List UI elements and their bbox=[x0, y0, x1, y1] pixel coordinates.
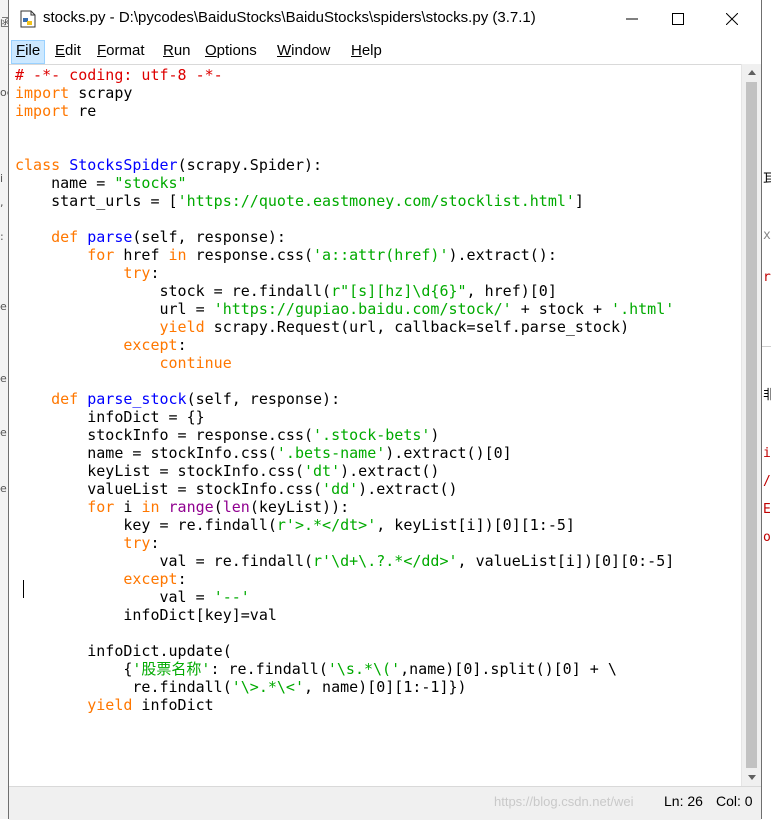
code-line[interactable] bbox=[15, 624, 674, 642]
minimize-icon bbox=[626, 18, 638, 20]
idle-editor-window: stocks.py - D:\pycodes\BaiduStocks\Baidu… bbox=[8, 0, 762, 820]
code-line[interactable]: import scrapy bbox=[15, 84, 674, 102]
menu-file[interactable]: File bbox=[11, 40, 46, 64]
code-text[interactable]: # -*- coding: utf-8 -*- import scrapy impo… bbox=[15, 66, 674, 714]
window-title: stocks.py - D:\pycodes\BaiduStocks\Baidu… bbox=[43, 9, 536, 26]
background-glyph: E bbox=[763, 502, 771, 517]
menu-edit[interactable]: Edit bbox=[51, 40, 85, 62]
code-line[interactable]: start_urls = ['https://quote.eastmoney.c… bbox=[15, 192, 674, 210]
background-glyph: 非 bbox=[763, 388, 771, 403]
code-editor[interactable]: # -*- coding: utf-8 -*- import scrapy impo… bbox=[9, 64, 743, 787]
code-line[interactable] bbox=[15, 120, 674, 138]
status-column: Col: 0 bbox=[716, 793, 753, 809]
code-line[interactable]: def parse_stock(self, response): bbox=[15, 390, 674, 408]
background-glyph: o bbox=[763, 530, 771, 545]
title-bar[interactable]: stocks.py - D:\pycodes\BaiduStocks\Baidu… bbox=[9, 0, 761, 38]
status-line: Ln: 26 bbox=[664, 793, 703, 809]
code-line[interactable]: except: bbox=[15, 570, 674, 588]
code-line[interactable]: valueList = stockInfo.css('dd').extract(… bbox=[15, 480, 674, 498]
code-line[interactable]: url = 'https://gupiao.baidu.com/stock/' … bbox=[15, 300, 674, 318]
code-line[interactable]: for href in response.css('a::attr(href)'… bbox=[15, 246, 674, 264]
background-glyph: e bbox=[0, 482, 7, 495]
code-line[interactable]: infoDict.update( bbox=[15, 642, 674, 660]
close-button[interactable] bbox=[709, 0, 755, 38]
vertical-scrollbar[interactable] bbox=[741, 64, 761, 786]
watermark-text: https://blog.csdn.net/wei bbox=[494, 794, 634, 809]
maximize-icon bbox=[672, 13, 684, 25]
background-glyph: : bbox=[0, 230, 4, 243]
status-bar: https://blog.csdn.net/wei Ln: 26 Col: 0 bbox=[9, 786, 761, 820]
code-line[interactable]: except: bbox=[15, 336, 674, 354]
menu-bar: File Edit Format Run Options Window Help bbox=[9, 38, 761, 64]
code-line[interactable] bbox=[15, 210, 674, 228]
background-glyph: x bbox=[763, 228, 771, 243]
maximize-button[interactable] bbox=[655, 0, 701, 38]
code-line[interactable]: name = "stocks" bbox=[15, 174, 674, 192]
code-line[interactable]: # -*- coding: utf-8 -*- bbox=[15, 66, 674, 84]
chevron-up-icon bbox=[747, 70, 756, 75]
code-line[interactable]: import re bbox=[15, 102, 674, 120]
chevron-down-icon bbox=[747, 775, 756, 780]
code-line[interactable]: yield infoDict bbox=[15, 696, 674, 714]
close-icon bbox=[726, 13, 738, 25]
code-line[interactable]: stockInfo = response.css('.stock-bets') bbox=[15, 426, 674, 444]
code-line[interactable]: {'股票名称': re.findall('\s.*\(',name)[0].sp… bbox=[15, 660, 674, 678]
code-line[interactable]: def parse(self, response): bbox=[15, 228, 674, 246]
code-line[interactable]: continue bbox=[15, 354, 674, 372]
menu-run[interactable]: Run bbox=[159, 40, 195, 62]
menu-options[interactable]: Options bbox=[201, 40, 261, 62]
code-line[interactable]: infoDict[key]=val bbox=[15, 606, 674, 624]
code-line[interactable]: class StocksSpider(scrapy.Spider): bbox=[15, 156, 674, 174]
code-line[interactable]: infoDict = {} bbox=[15, 408, 674, 426]
text-cursor bbox=[23, 580, 24, 598]
background-glyph: / bbox=[763, 474, 771, 489]
code-line[interactable]: try: bbox=[15, 264, 674, 282]
background-glyph: e bbox=[0, 372, 7, 385]
code-line[interactable] bbox=[15, 138, 674, 156]
background-glyph: i bbox=[0, 172, 4, 185]
background-glyph: 耳 bbox=[763, 172, 771, 187]
scroll-down-button[interactable] bbox=[742, 769, 761, 786]
background-glyph: , bbox=[0, 196, 4, 209]
scrollbar-thumb[interactable] bbox=[746, 82, 757, 768]
background-glyph: i bbox=[763, 446, 771, 461]
menu-window[interactable]: Window bbox=[273, 40, 334, 62]
code-line[interactable]: re.findall('\>.*\<', name)[0][1:-1]}) bbox=[15, 678, 674, 696]
code-line[interactable]: name = stockInfo.css('.bets-name').extra… bbox=[15, 444, 674, 462]
code-line[interactable]: val = re.findall(r'\d+\.?.*</dd>', value… bbox=[15, 552, 674, 570]
code-line[interactable]: val = '--' bbox=[15, 588, 674, 606]
code-line[interactable]: try: bbox=[15, 534, 674, 552]
python-file-icon bbox=[20, 10, 36, 28]
minimize-button[interactable] bbox=[609, 0, 655, 38]
scroll-up-button[interactable] bbox=[742, 64, 761, 81]
code-line[interactable]: yield scrapy.Request(url, callback=self.… bbox=[15, 318, 674, 336]
menu-help[interactable]: Help bbox=[347, 40, 386, 62]
code-line[interactable]: key = re.findall(r'>.*</dt>', keyList[i]… bbox=[15, 516, 674, 534]
code-line[interactable]: stock = re.findall(r"[s][hz]\d{6}", href… bbox=[15, 282, 674, 300]
background-window-right: 耳 x r 非 i / E o bbox=[761, 0, 771, 819]
background-glyph: r bbox=[763, 270, 771, 285]
code-line[interactable]: for i in range(len(keyList)): bbox=[15, 498, 674, 516]
code-line[interactable]: keyList = stockInfo.css('dt').extract() bbox=[15, 462, 674, 480]
menu-format[interactable]: Format bbox=[93, 40, 149, 62]
background-glyph: e bbox=[0, 426, 7, 439]
code-line[interactable] bbox=[15, 372, 674, 390]
background-glyph: e bbox=[0, 300, 7, 313]
